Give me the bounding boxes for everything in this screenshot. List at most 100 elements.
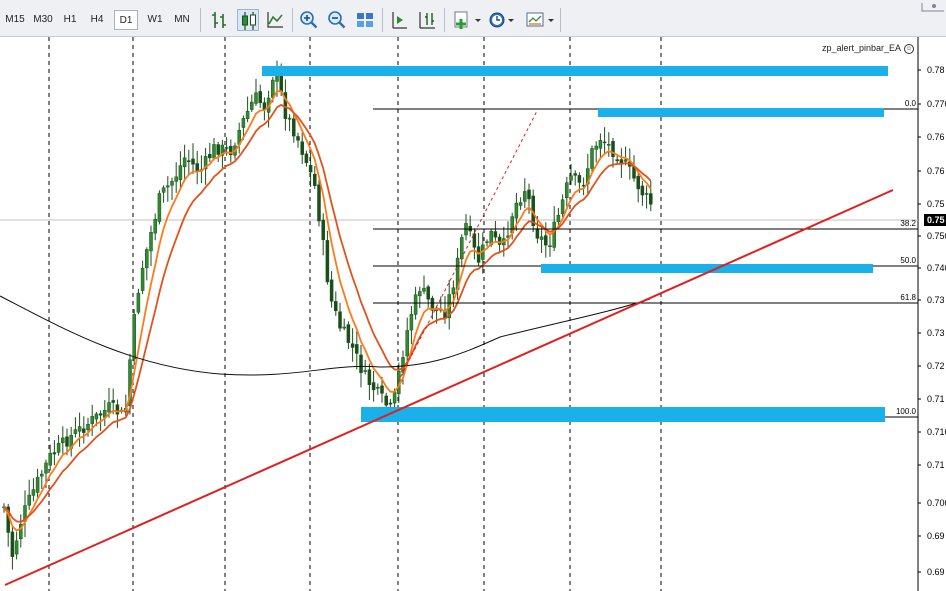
zoom-in-button[interactable]: [298, 9, 320, 31]
candle-body: [241, 118, 246, 128]
candle-body: [178, 165, 183, 180]
candle-body: [497, 236, 502, 245]
candle-body: [392, 391, 397, 404]
clock-icon: [489, 12, 514, 28]
candle-body: [649, 193, 653, 205]
fib-anchor-line: [397, 108, 539, 383]
toolbar-separator: [292, 8, 293, 32]
candle-body: [367, 369, 372, 385]
candlestick-icon: [242, 12, 256, 30]
tile-windows-button[interactable]: [354, 9, 376, 31]
candle-body: [560, 199, 565, 214]
timeframe-mn[interactable]: MN: [170, 10, 194, 30]
candle-body: [363, 370, 367, 372]
candle-body: [552, 221, 556, 248]
periodicity-menu-button[interactable]: [487, 9, 517, 31]
chart-shift-button[interactable]: [388, 9, 410, 31]
candle-body: [590, 148, 594, 169]
candle-body: [195, 163, 199, 172]
zoom-out-button[interactable]: [326, 9, 348, 31]
expert-advisor-label[interactable]: zp_alert_pinbar_EA ☺: [822, 43, 915, 54]
candle-body: [539, 236, 544, 240]
indicators-menu-button[interactable]: [452, 9, 482, 31]
candle-body: [493, 231, 498, 238]
zoom-in-icon: [300, 11, 318, 29]
candle-body: [548, 245, 552, 247]
bar-chart-button[interactable]: [209, 9, 231, 31]
candle-body: [224, 147, 229, 149]
candle-body: [640, 185, 645, 196]
price-tick-label: 0.76: [927, 166, 945, 176]
candle-body: [619, 159, 624, 164]
candle-body: [140, 268, 145, 291]
candle-body: [182, 157, 187, 168]
candlestick-chart-button[interactable]: [237, 9, 259, 31]
line-chart-button[interactable]: [264, 9, 286, 31]
candle-body: [145, 249, 149, 269]
candle-body: [157, 193, 162, 222]
price-tick-label: 0.78: [927, 65, 945, 75]
candle-body: [52, 452, 57, 455]
price-chart[interactable]: 0.038.250.061.8100.00.780.7700.760.760.7…: [0, 37, 946, 591]
candle-body: [216, 144, 220, 155]
fib-level-label: 0.0: [905, 99, 917, 108]
timeframe-d1[interactable]: D1: [114, 10, 138, 30]
candle-body: [82, 428, 86, 433]
candle-body: [321, 219, 325, 240]
candle-body: [166, 185, 170, 188]
candle-body: [153, 218, 157, 234]
candle-body: [191, 158, 195, 165]
support-resistance-zone: [361, 407, 885, 422]
auto-scroll-icon: [419, 12, 435, 29]
price-tick-label: 0.710: [927, 427, 946, 437]
slow-moving-average: [3, 103, 652, 523]
timeframe-h1[interactable]: H1: [58, 10, 82, 30]
candle-body: [258, 91, 262, 103]
candle-body: [334, 301, 338, 312]
candle-body: [187, 160, 191, 162]
candle-body: [615, 159, 619, 162]
price-tick-label: 0.71: [927, 394, 945, 404]
candle-body: [161, 187, 166, 193]
candle-body: [518, 202, 523, 206]
candle-body: [208, 154, 212, 159]
ea-status-icon: ☺: [904, 43, 915, 54]
candle-body: [523, 191, 527, 202]
candle-body: [418, 291, 422, 297]
timeframe-h4[interactable]: H4: [84, 10, 110, 30]
candle-body: [623, 159, 628, 162]
candle-body: [73, 429, 78, 434]
fast-moving-average: [3, 90, 652, 532]
candle-body: [313, 174, 317, 186]
timeframe-m30[interactable]: M30: [30, 10, 56, 30]
price-tick-label: 0.69: [927, 531, 945, 541]
candle-body: [254, 92, 258, 104]
candle-body: [107, 402, 111, 413]
candle-body: [300, 141, 304, 155]
candle-body: [317, 184, 321, 222]
add-indicator-icon: [454, 11, 481, 29]
timeframe-m15[interactable]: M15: [2, 10, 28, 30]
auto-scroll-button[interactable]: [416, 9, 438, 31]
candle-body: [115, 404, 120, 415]
toolbar-separator: [200, 8, 201, 32]
candle-body: [405, 330, 409, 357]
template-icon: [526, 12, 554, 27]
candle-body: [573, 173, 577, 176]
price-tick-label: 0.76: [927, 132, 945, 142]
candle-body: [86, 424, 90, 431]
templates-menu-button[interactable]: [525, 9, 557, 31]
chart-shift-icon: [392, 12, 407, 29]
candle-body: [308, 165, 313, 173]
tile-windows-icon: [357, 13, 373, 27]
fib-level-label: 50.0: [900, 256, 916, 265]
candle-body: [27, 494, 31, 506]
candle-body: [132, 314, 136, 360]
candle-body: [422, 287, 426, 292]
candle-body: [329, 279, 334, 302]
candle-body: [14, 540, 19, 555]
price-tick-label: 0.72: [927, 361, 945, 371]
timeframe-w1[interactable]: W1: [142, 10, 168, 30]
candle-body: [342, 326, 346, 329]
current-price-marker: 0.75: [924, 214, 946, 226]
